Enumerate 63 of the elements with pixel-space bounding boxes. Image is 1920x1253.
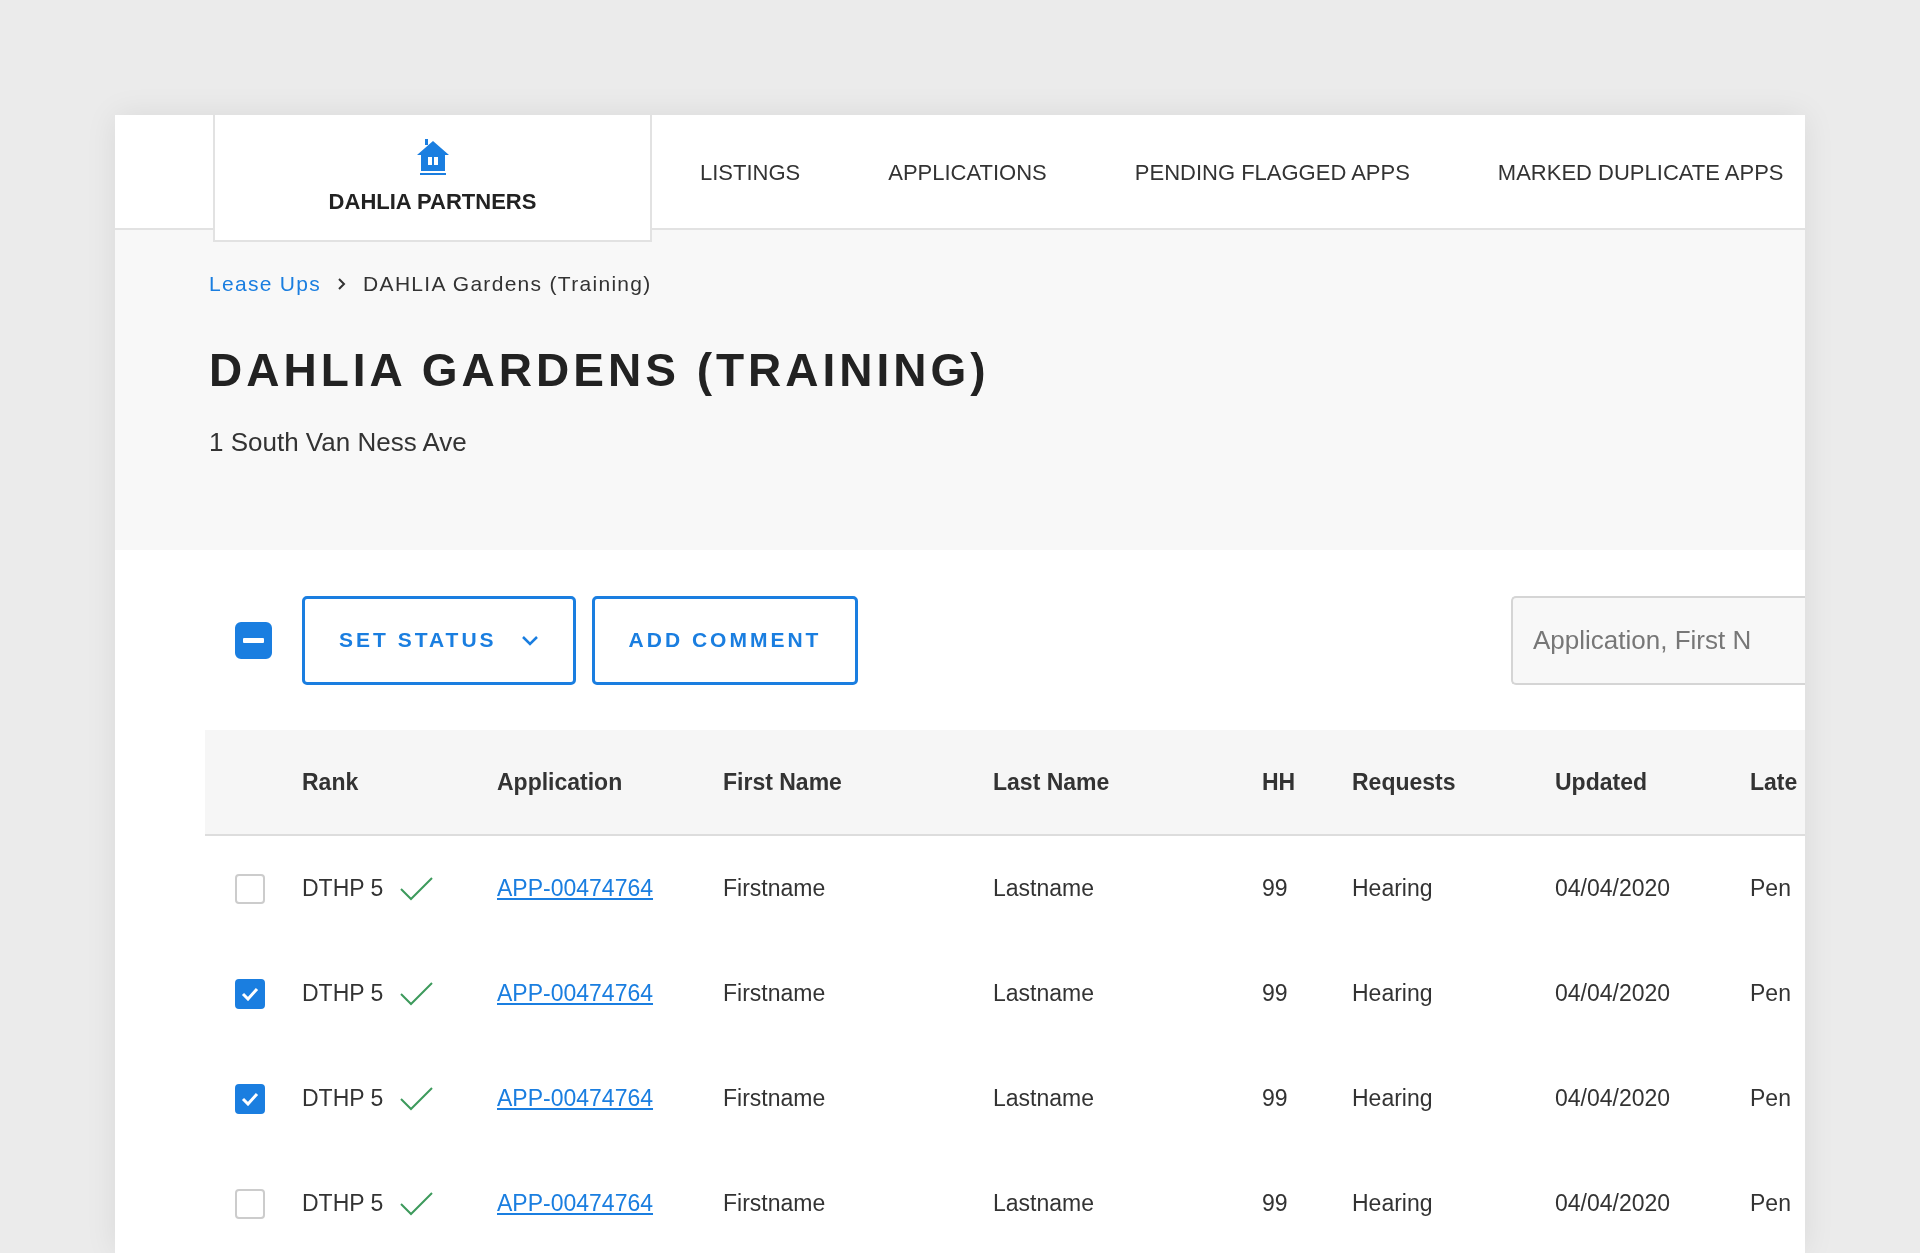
table-cell: Lastname xyxy=(993,980,1094,1007)
table-cell: 04/04/2020 xyxy=(1555,980,1671,1007)
table-cell: Hearing xyxy=(1352,1190,1433,1217)
column-header: Requests xyxy=(1352,767,1457,797)
table-cell: Hearing xyxy=(1352,980,1433,1007)
table-cell: Hearing xyxy=(1352,875,1433,902)
table-cell: Pen xyxy=(1750,1085,1791,1112)
address-text: 1 South Van Ness Ave xyxy=(209,425,468,459)
application-link[interactable]: APP-00474764 xyxy=(497,875,653,902)
table-cell: Pen xyxy=(1750,1190,1791,1217)
row-checkbox[interactable] xyxy=(235,1188,265,1219)
column-header: Rank xyxy=(302,767,360,797)
row-checkbox[interactable] xyxy=(235,1083,265,1114)
column-header: Updated xyxy=(1555,767,1648,797)
column-header: Late xyxy=(1750,767,1799,797)
nav-link[interactable]: PENDING FLAGGED APPS xyxy=(1134,156,1410,189)
rank-cell-text: DTHP 5 xyxy=(302,1084,384,1114)
set-status-dropdown[interactable]: SET STATUS xyxy=(302,595,576,685)
breadcrumb-current: DAHLIA Gardens (Training) xyxy=(363,271,652,297)
table-cell: Pen xyxy=(1750,980,1791,1007)
table-cell: 04/04/2020 xyxy=(1555,1085,1671,1112)
row-checkbox[interactable] xyxy=(235,873,265,904)
rank-cell-text: DTHP 5 xyxy=(302,874,384,904)
action-button[interactable]: ADD COMMENT xyxy=(591,595,859,685)
table-cell: Firstname xyxy=(723,1085,826,1112)
checkmark-icon xyxy=(241,986,259,1001)
application-link[interactable]: APP-00474764 xyxy=(497,980,653,1007)
checkmark-icon xyxy=(241,1091,259,1106)
table-cell: 99 xyxy=(1262,980,1288,1007)
minus-icon xyxy=(243,637,264,643)
brand-name: DAHLIA PARTNERS xyxy=(328,188,537,216)
row-checkbox[interactable] xyxy=(235,978,265,1009)
table-cell: 99 xyxy=(1262,1190,1288,1217)
brand-logo[interactable]: DAHLIA PARTNERS xyxy=(213,115,652,242)
table-cell: Firstname xyxy=(723,1190,826,1217)
nav-link[interactable]: LISTINGS xyxy=(700,156,801,189)
search-field[interactable]: Application, First N xyxy=(1511,595,1805,685)
table-cell: Lastname xyxy=(993,1190,1094,1217)
table-cell: 99 xyxy=(1262,1085,1288,1112)
table-cell: 99 xyxy=(1262,875,1288,902)
breadcrumb-link[interactable]: Lease Ups xyxy=(209,268,322,300)
table-cell: Hearing xyxy=(1352,1085,1433,1112)
nav-link[interactable]: APPLICATIONS xyxy=(888,156,1047,189)
table-cell: Lastname xyxy=(993,875,1094,902)
column-header: HH xyxy=(1262,767,1297,797)
select-all-checkbox[interactable] xyxy=(235,621,272,659)
nav-link[interactable]: MARKED DUPLICATE APPS xyxy=(1497,156,1784,189)
column-header: Application xyxy=(497,767,624,797)
rank-cell-text: DTHP 5 xyxy=(302,1189,384,1219)
application-link[interactable]: APP-00474764 xyxy=(497,1190,653,1217)
table-cell: Firstname xyxy=(723,875,826,902)
table-cell: Pen xyxy=(1750,875,1791,902)
chevron-right-icon xyxy=(337,276,348,291)
column-header: Last Name xyxy=(993,767,1111,797)
table-cell: 04/04/2020 xyxy=(1555,875,1671,902)
table-cell: 04/04/2020 xyxy=(1555,1190,1671,1217)
table-cell: Firstname xyxy=(723,980,826,1007)
page-title: DAHLIA GARDENS (TRAINING) xyxy=(209,342,991,398)
table-cell: Lastname xyxy=(993,1085,1094,1112)
caret-icon xyxy=(520,634,539,646)
application-link[interactable]: APP-00474764 xyxy=(497,1085,653,1112)
column-header: First Name xyxy=(723,767,843,797)
rank-cell-text: DTHP 5 xyxy=(302,979,384,1009)
